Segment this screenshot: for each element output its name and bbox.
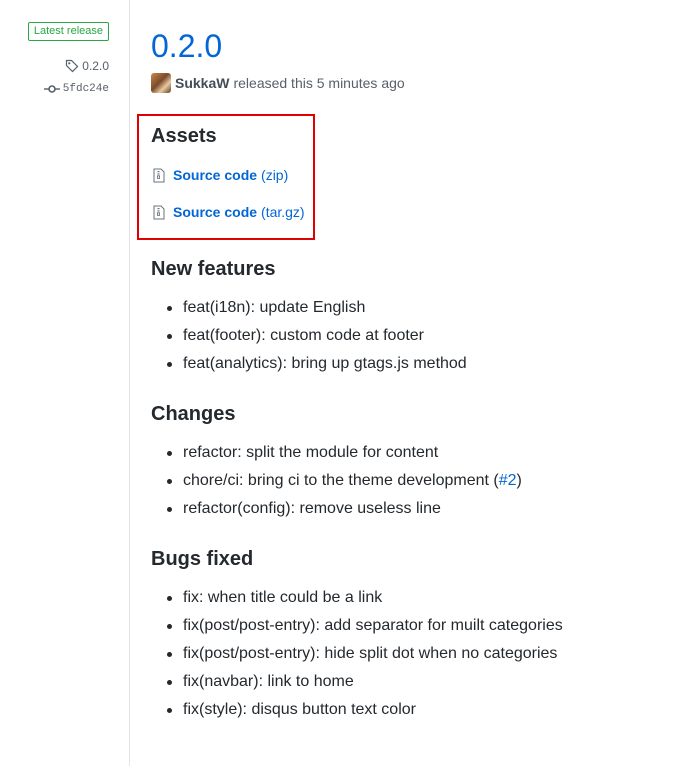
tag-icon <box>66 59 79 73</box>
release-tag-link[interactable]: 0.2.0 <box>65 59 109 73</box>
list-item: feat(footer): custom code at footer <box>151 322 671 350</box>
source-code-zip-link[interactable]: Source code (zip) <box>153 167 288 183</box>
tag-label: 0.2.0 <box>82 59 109 73</box>
assets-heading: Assets <box>151 125 217 147</box>
list-item: fix(post/post-entry): add separator for … <box>151 612 671 640</box>
list-item-text: chore/ci: bring ci to the theme developm… <box>183 472 499 489</box>
source-code-targz-link[interactable]: Source code (tar.gz) <box>153 204 305 220</box>
author-link[interactable]: SukkaW <box>175 75 229 91</box>
list-item: fix(style): disqus button text color <box>151 696 671 724</box>
asset-ext: (zip) <box>261 167 289 183</box>
asset-name: Source code <box>173 167 258 183</box>
latest-release-badge: Latest release <box>27 22 109 41</box>
release-commit-link[interactable]: 5fdc24e <box>43 83 109 95</box>
release-title[interactable]: 0.2.0 <box>151 26 222 66</box>
asset-name: Source code <box>173 204 258 220</box>
commit-sha: 5fdc24e <box>62 83 109 95</box>
release-sidebar: Latest release 0.2.0 5fdc24e <box>0 0 130 766</box>
list-item: fix(post/post-entry): hide split dot whe… <box>151 640 671 668</box>
list-item-suffix: ) <box>516 472 522 489</box>
list-item: feat(i18n): update English <box>151 294 671 322</box>
new-features-heading: New features <box>151 258 276 280</box>
list-item: fix(navbar): link to home <box>151 668 671 696</box>
bugs-fixed-list: fix: when title could be a link fix(post… <box>151 584 671 724</box>
changes-list: refactor: split the module for content c… <box>151 439 671 523</box>
list-item: refactor(config): remove useless line <box>151 495 671 523</box>
released-time-text: released this 5 minutes ago <box>233 75 405 91</box>
new-features-list: feat(i18n): update English feat(footer):… <box>151 294 671 378</box>
bugs-fixed-heading: Bugs fixed <box>151 548 254 570</box>
list-item: feat(analytics): bring up gtags.js metho… <box>151 350 671 378</box>
list-item: chore/ci: bring ci to the theme developm… <box>151 467 671 495</box>
changes-heading: Changes <box>151 403 236 425</box>
avatar[interactable] <box>151 73 171 93</box>
release-byline: SukkaW released this 5 minutes ago <box>151 73 405 93</box>
file-zip-icon <box>153 168 165 182</box>
file-zip-icon <box>153 205 165 219</box>
git-commit-icon <box>43 85 60 93</box>
issue-link[interactable]: #2 <box>499 472 517 489</box>
asset-ext: (tar.gz) <box>261 204 305 220</box>
list-item: fix: when title could be a link <box>151 584 671 612</box>
list-item: refactor: split the module for content <box>151 439 671 467</box>
